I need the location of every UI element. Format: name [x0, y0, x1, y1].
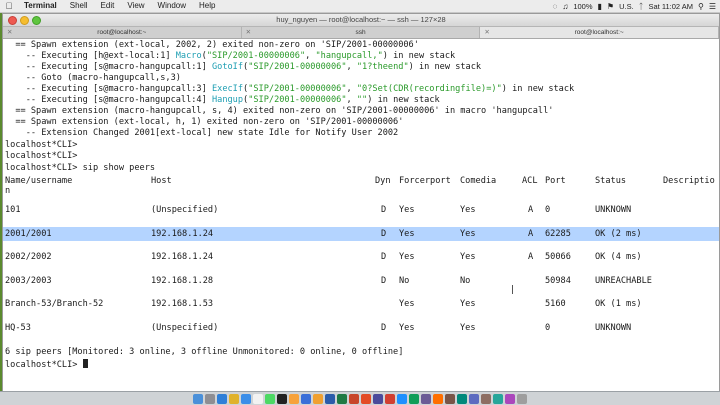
messages-icon[interactable] [265, 393, 275, 404]
cli-prompt-line: localhost*CLI> [5, 140, 78, 150]
dock [0, 391, 720, 405]
terminal-window: huy_nguyen — root@localhost:~ — ssh — 12… [2, 13, 720, 393]
menu-edit[interactable]: Edit [95, 0, 122, 12]
tab-bar: ✕ root@localhost:~ ✕ ssh ✕ root@localhost:~ [3, 27, 720, 39]
volume-icon[interactable]: ♫ [562, 2, 568, 11]
log-line: == Spawn extension (ext-local, h, 1) exi… [5, 117, 404, 127]
terminal-icon[interactable] [277, 393, 287, 404]
search-icon[interactable]: ⚲ [698, 2, 704, 11]
cli-input-line[interactable]: localhost*CLI> [5, 359, 88, 370]
bluetooth-icon[interactable]: ᛏ [639, 2, 644, 11]
keynote-icon[interactable] [301, 393, 311, 404]
menu-window[interactable]: Window [152, 0, 193, 12]
app-icon[interactable] [493, 393, 503, 404]
app-icon[interactable] [385, 393, 395, 404]
header-description: Descriptio [663, 176, 715, 186]
tab-label: ssh [355, 29, 366, 36]
chrome-icon[interactable] [229, 393, 239, 404]
launchpad-icon[interactable] [205, 393, 215, 404]
window-titlebar: huy_nguyen — root@localhost:~ — ssh — 12… [3, 14, 719, 27]
excel-icon[interactable] [337, 393, 347, 404]
menu-view[interactable]: View [121, 0, 151, 12]
table-row[interactable]: Branch-53/Branch-52 192.168.1.53 Yes Yes… [3, 297, 719, 311]
menu-terminal[interactable]: Terminal [18, 0, 64, 12]
peers-header-row: Name/username Host Dyn Forcerport Comedi… [3, 174, 719, 188]
log-line: -- Executing [h@ext-local:1] Macro("SIP/… [5, 51, 456, 61]
header-host: Host [151, 176, 172, 186]
peers-summary: 6 sip peers [Monitored: 3 online, 3 offl… [5, 347, 404, 357]
battery-icon[interactable]: ▮ [598, 2, 602, 11]
menu-help[interactable]: Help [193, 0, 222, 12]
table-row-selected[interactable]: 2001/2001 192.168.1.24 D Yes Yes A 62285… [3, 227, 719, 241]
menu-bar:  Terminal Shell Edit View Window Help ◌… [0, 0, 720, 13]
header-dyn: Dyn [375, 176, 391, 186]
powerpoint-icon[interactable] [349, 393, 359, 404]
app-icon[interactable] [445, 393, 455, 404]
log-line: -- Goto (macro-hangupcall,s,3) [5, 73, 181, 83]
cli-command-line: localhost*CLI> sip show peers [5, 163, 156, 173]
app-icon[interactable] [373, 393, 383, 404]
app-icon[interactable] [469, 393, 479, 404]
app-icon[interactable] [481, 393, 491, 404]
apple-menu-icon[interactable]:  [0, 1, 18, 11]
table-row[interactable]: HQ-53 (Unspecified) D Yes Yes 0 UNKNOWN [3, 321, 719, 335]
tab-3[interactable]: ✕ root@localhost:~ [480, 27, 720, 38]
close-tab-icon[interactable]: ✕ [7, 27, 12, 38]
log-line: == Spawn extension (ext-local, 2002, 2) … [5, 40, 419, 50]
status-area: ◌ ♫ 100% ▮ ⚑ U.S. ᛏ Sat 11:02 AM ⚲ ☰ [553, 0, 716, 12]
log-line: -- Executing [s@macro-hangupcall:1] Goto… [5, 62, 482, 72]
header-forcerport: Forcerport [399, 176, 451, 186]
app-icon[interactable] [433, 393, 443, 404]
battery-percent[interactable]: 100% [573, 2, 592, 11]
log-line: == Spawn extension (macro-hangupcall, s,… [5, 106, 554, 116]
finder-icon[interactable] [193, 393, 203, 404]
table-row[interactable]: 101 (Unspecified) D Yes Yes A 0 UNKNOWN [3, 203, 719, 217]
mail-icon[interactable] [241, 393, 251, 404]
calendar-icon[interactable] [253, 393, 263, 404]
header-acl: ACL [522, 176, 538, 186]
cli-prompt-line: localhost*CLI> [5, 151, 78, 161]
header-comedia: Comedia [460, 176, 497, 186]
header-name: Name/username [5, 176, 73, 186]
menu-shell[interactable]: Shell [64, 0, 95, 12]
log-line: -- Executing [s@macro-hangupcall:3] Exec… [5, 84, 575, 94]
clock[interactable]: Sat 11:02 AM [648, 2, 692, 11]
word-icon[interactable] [325, 393, 335, 404]
app-icon[interactable] [361, 393, 371, 404]
header-status: Status [595, 176, 627, 186]
app-icon[interactable] [421, 393, 431, 404]
terminal-content[interactable]: == Spawn extension (ext-local, 2002, 2) … [3, 39, 719, 392]
header-port: Port [545, 176, 566, 186]
mouse-ibeam-cursor [512, 285, 517, 294]
tab-1[interactable]: ✕ root@localhost:~ [3, 27, 242, 38]
app-icon[interactable] [397, 393, 407, 404]
app-icon[interactable] [409, 393, 419, 404]
tab-label: root@localhost:~ [97, 29, 147, 36]
photos-icon[interactable] [289, 393, 299, 404]
pages-icon[interactable] [313, 393, 323, 404]
safari-icon[interactable] [217, 393, 227, 404]
wifi-icon[interactable]: ◌ [553, 2, 558, 11]
notification-center-icon[interactable]: ☰ [709, 2, 716, 11]
input-source[interactable]: U.S. [619, 2, 634, 11]
header-wrap: n [5, 186, 11, 196]
app-icon[interactable] [505, 393, 515, 404]
app-icon[interactable] [457, 393, 467, 404]
table-row[interactable]: 2003/2003 192.168.1.28 D No No 50984 UNR… [3, 274, 719, 288]
log-line: -- Extension Changed 2001[ext-local] new… [5, 128, 399, 138]
close-tab-icon[interactable]: ✕ [484, 27, 489, 38]
tab-label: root@localhost:~ [574, 29, 624, 36]
text-cursor [82, 359, 88, 368]
flag-icon: ⚑ [606, 1, 615, 11]
window-title: huy_nguyen — root@localhost:~ — ssh — 12… [276, 15, 446, 24]
tab-2[interactable]: ✕ ssh [242, 27, 481, 38]
table-row[interactable]: 2002/2002 192.168.1.24 D Yes Yes A 50066… [3, 250, 719, 264]
trash-icon[interactable] [517, 393, 527, 404]
log-line: -- Executing [s@macro-hangupcall:4] Hang… [5, 95, 440, 105]
close-tab-icon[interactable]: ✕ [246, 27, 251, 38]
